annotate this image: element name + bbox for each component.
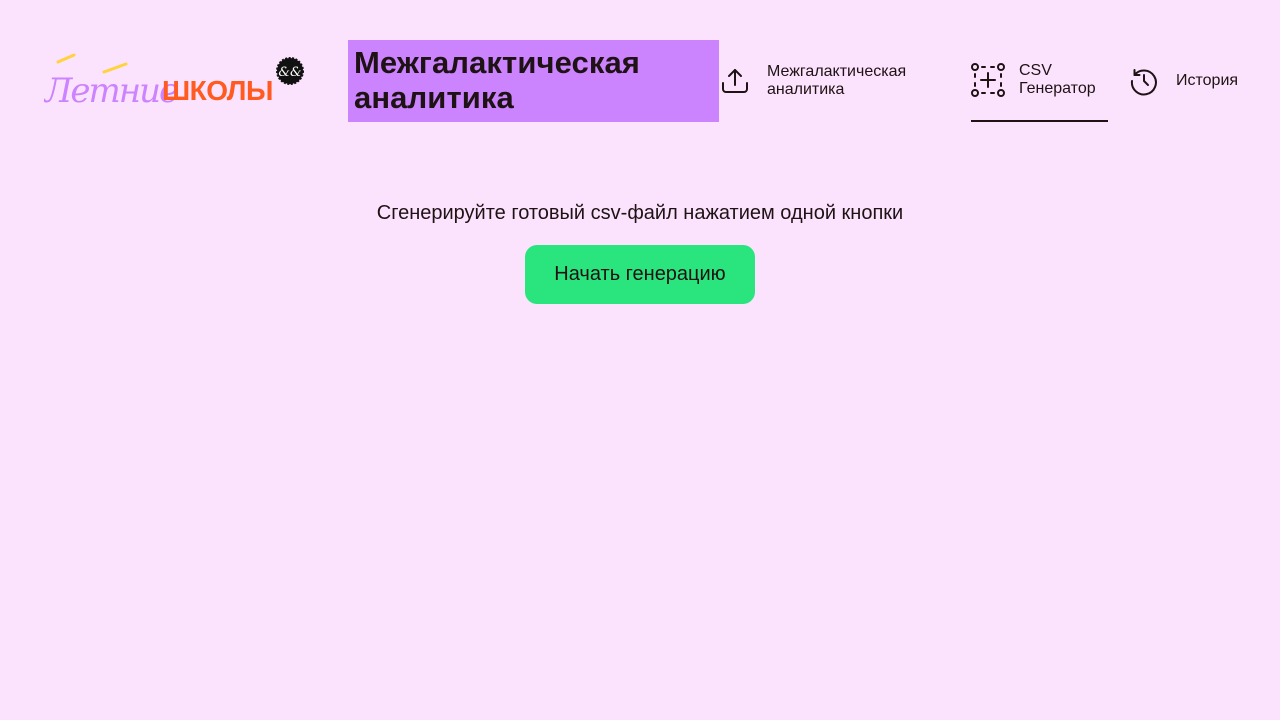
logo-badge-icon: && [276, 57, 304, 85]
upload-icon [718, 64, 752, 98]
page-title: Межгалактическая аналитика [354, 45, 640, 115]
generator-description: Сгенерируйте готовый csv-файл нажатием о… [376, 202, 904, 224]
nav-item-history-label: История [1176, 72, 1239, 89]
logo-badge-text: && [278, 65, 301, 80]
nav-item-csv-generator-label: CSV Генератор [1019, 62, 1096, 97]
nav-item-analytics[interactable]: Межгалактическая аналитика [718, 40, 948, 122]
nav-item-history[interactable]: История [1127, 40, 1247, 122]
page-title-block: Межгалактическая аналитика [348, 40, 719, 122]
nav-item-analytics-label: Межгалактическая аналитика [767, 63, 907, 98]
logo[interactable]: Летние ШКОЛЫ && [44, 50, 306, 112]
start-generation-button[interactable]: Начать генерацию [525, 245, 755, 304]
logo-graphic: Летние ШКОЛЫ && [44, 53, 304, 111]
main-content: Сгенерируйте готовый csv-файл нажатием о… [0, 196, 1280, 304]
add-selection-icon [971, 63, 1005, 97]
history-icon [1127, 64, 1161, 98]
logo-word-1: Летние [44, 71, 178, 111]
nav-item-csv-generator[interactable]: CSV Генератор [971, 40, 1108, 122]
logo-word-2: ШКОЛЫ [162, 75, 273, 106]
page: Летние ШКОЛЫ && Межгалактическая аналити… [0, 0, 1280, 720]
